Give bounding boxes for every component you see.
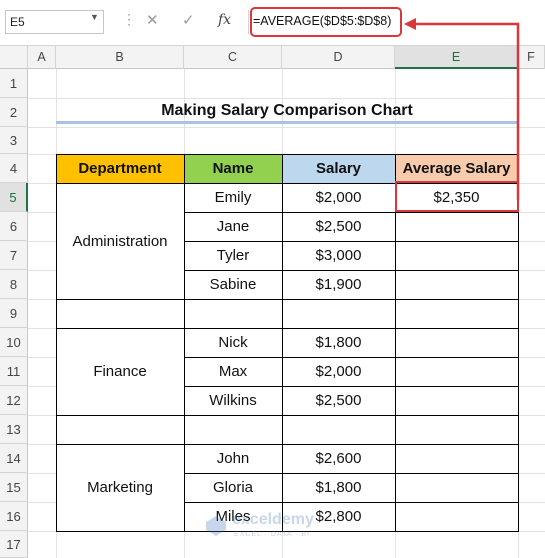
watermark-tagline: EXCEL · DATA · BI xyxy=(234,531,310,538)
watermark-name: exceldemy xyxy=(232,511,314,528)
watermark-logo: exceldemy EXCEL · DATA · BI xyxy=(204,508,344,548)
exceldemy-logo-icon xyxy=(206,516,226,536)
connector-arrow xyxy=(404,18,520,200)
